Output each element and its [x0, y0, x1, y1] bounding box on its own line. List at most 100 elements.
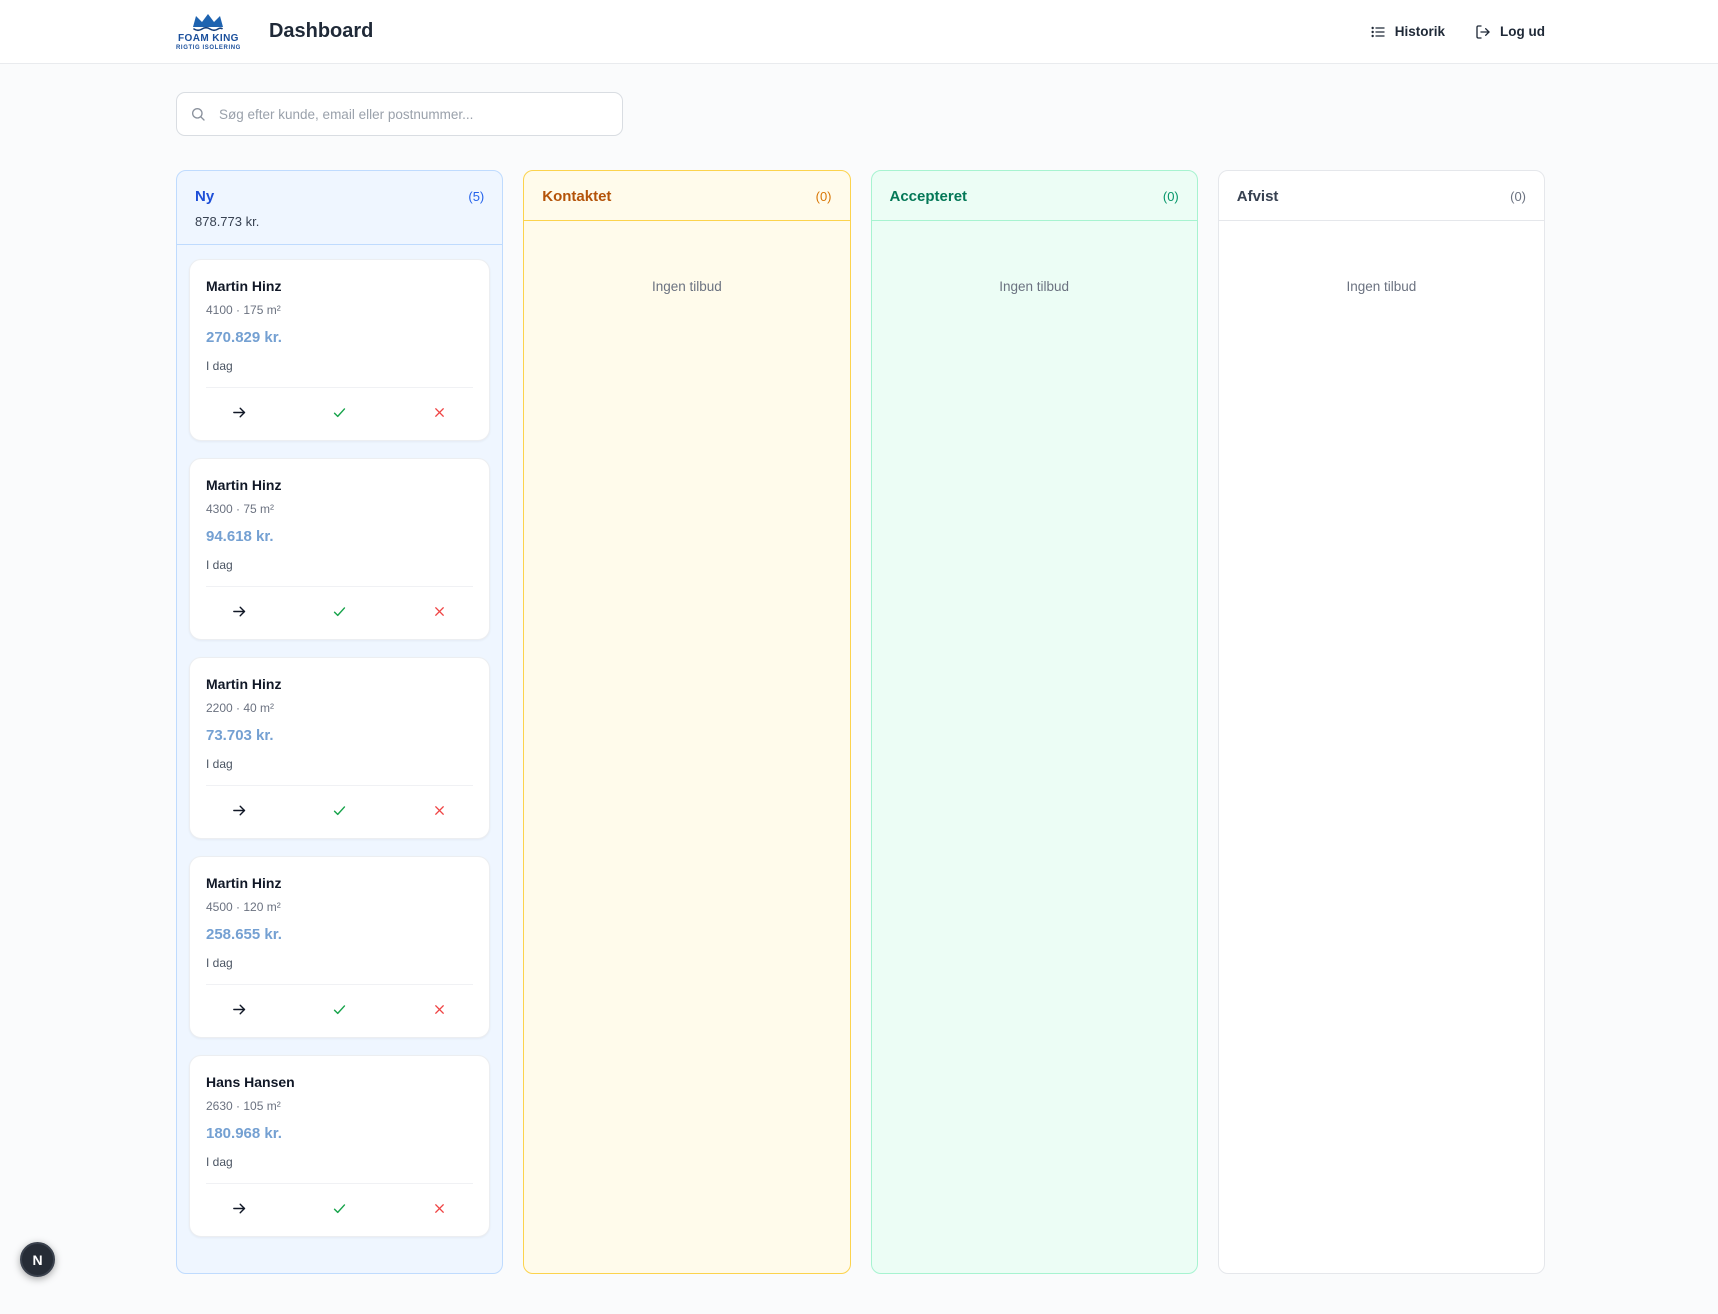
reject-offer-icon — [432, 1002, 447, 1020]
customer-name: Martin Hinz — [206, 278, 473, 294]
offer-date: I dag — [206, 359, 473, 373]
header-actions: Historik Log ud — [1370, 24, 1545, 40]
offer-card-body: Martin Hinz 4100 · 175 m² 270.829 kr. I dag — [190, 260, 489, 387]
open-offer-icon — [231, 802, 248, 822]
column-afvist: Afvist (0) Ingen tilbud — [1218, 170, 1545, 1274]
accept-offer-button[interactable] — [290, 985, 390, 1037]
offer-date: I dag — [206, 1155, 473, 1169]
accept-offer-icon — [331, 1001, 348, 1021]
main-content: Ny (5) 878.773 kr. Martin Hinz 4100 · 175 m²… — [0, 64, 1718, 1314]
column-title-row: Accepteret (0) — [890, 188, 1179, 205]
reject-offer-icon — [432, 1201, 447, 1219]
offer-price: 73.703 kr. — [206, 727, 473, 744]
reject-offer-icon — [432, 604, 447, 622]
reject-offer-button[interactable] — [390, 587, 490, 639]
accept-offer-button[interactable] — [290, 587, 390, 639]
offer-card-body: Martin Hinz4300 · 75 m²94.618 kr.I dag — [190, 459, 489, 586]
search-input[interactable] — [176, 92, 623, 136]
empty-state: Ingen tilbud — [1231, 235, 1532, 294]
customer-name: Hans Hansen — [206, 1074, 473, 1090]
column-body: Ingen tilbud — [524, 221, 849, 1273]
accept-offer-button[interactable] — [290, 388, 390, 440]
card-actions — [190, 985, 489, 1037]
open-offer-icon — [231, 1200, 248, 1220]
accept-offer-icon — [331, 802, 348, 822]
column-count: (0) — [816, 189, 832, 204]
offer-card-body: Hans Hansen 2630 · 105 m² 180.968 kr. I dag — [190, 1056, 489, 1183]
column-header-accepteret: Accepteret (0) — [872, 171, 1197, 221]
card-actions — [190, 587, 489, 639]
card-actions — [190, 1184, 489, 1236]
reject-offer-button[interactable] — [390, 388, 490, 440]
column-body: Ingen tilbud — [872, 221, 1197, 1273]
column-kontaktet: Kontaktet (0) Ingen tilbud — [523, 170, 850, 1274]
accept-offer-icon — [331, 603, 348, 623]
column-title: Accepteret — [890, 188, 968, 205]
open-offer-icon — [231, 404, 248, 424]
offer-meta: 4100 · 175 m² — [206, 303, 473, 317]
accept-offer-icon — [331, 404, 348, 424]
offer-card[interactable]: Martin Hinz4500 · 120 m²258.655 kr.I dag — [189, 856, 490, 1038]
column-title-row: Ny (5) — [195, 188, 484, 205]
column-title-row: Kontaktet (0) — [542, 188, 831, 205]
column-accepteret: Accepteret (0) Ingen tilbud — [871, 170, 1198, 1274]
crown-icon — [189, 12, 227, 32]
offer-date: I dag — [206, 956, 473, 970]
offer-meta: 2200 · 40 m² — [206, 701, 473, 715]
foam-king-logo: FOAM KING RIGTIG ISOLERING — [176, 12, 241, 51]
offer-meta: 4500 · 120 m² — [206, 900, 473, 914]
open-offer-button[interactable] — [190, 985, 290, 1037]
logout-button[interactable]: Log ud — [1475, 24, 1545, 40]
column-header-ny: Ny (5) 878.773 kr. — [177, 171, 502, 245]
logout-icon — [1475, 24, 1491, 40]
open-offer-button[interactable] — [190, 1184, 290, 1236]
accept-offer-button[interactable] — [290, 1184, 390, 1236]
open-offer-button[interactable] — [190, 587, 290, 639]
list-icon — [1370, 24, 1386, 40]
offer-card[interactable]: Martin Hinz2200 · 40 m²73.703 kr.I dag — [189, 657, 490, 839]
empty-state: Ingen tilbud — [884, 235, 1185, 294]
column-count: (0) — [1163, 189, 1179, 204]
open-offer-button[interactable] — [190, 786, 290, 838]
floating-badge[interactable]: N — [20, 1242, 55, 1277]
offer-price: 94.618 kr. — [206, 528, 473, 545]
column-count: (0) — [1510, 189, 1526, 204]
logo-text-secondary: RIGTIG ISOLERING — [176, 45, 241, 51]
offer-date: I dag — [206, 757, 473, 771]
historik-label: Historik — [1395, 24, 1445, 39]
offer-card-body: Martin Hinz2200 · 40 m²73.703 kr.I dag — [190, 658, 489, 785]
column-title: Ny — [195, 188, 214, 205]
open-offer-button[interactable] — [190, 388, 290, 440]
search-box — [176, 92, 623, 136]
historik-button[interactable]: Historik — [1370, 24, 1445, 40]
column-title: Kontaktet — [542, 188, 611, 205]
reject-offer-icon — [432, 803, 447, 821]
reject-offer-button[interactable] — [390, 985, 490, 1037]
offer-price: 180.968 kr. — [206, 1125, 473, 1142]
accept-offer-icon — [331, 1200, 348, 1220]
column-header-kontaktet: Kontaktet (0) — [524, 171, 849, 221]
app-header: FOAM KING RIGTIG ISOLERING Dashboard His… — [0, 0, 1718, 64]
column-total: 878.773 kr. — [195, 214, 484, 229]
column-ny: Ny (5) 878.773 kr. Martin Hinz 4100 · 175 m²… — [176, 170, 503, 1274]
accept-offer-button[interactable] — [290, 786, 390, 838]
reject-offer-button[interactable] — [390, 786, 490, 838]
offer-card[interactable]: Martin Hinz 4100 · 175 m² 270.829 kr. I dag — [189, 259, 490, 441]
offer-card[interactable]: Hans Hansen 2630 · 105 m² 180.968 kr. I dag — [189, 1055, 490, 1237]
kanban-board: Ny (5) 878.773 kr. Martin Hinz 4100 · 175 m²… — [176, 170, 1545, 1274]
column-title: Afvist — [1237, 188, 1279, 205]
empty-state: Ingen tilbud — [536, 235, 837, 294]
offer-card-body: Martin Hinz4500 · 120 m²258.655 kr.I dag — [190, 857, 489, 984]
offer-card[interactable]: Martin Hinz4300 · 75 m²94.618 kr.I dag — [189, 458, 490, 640]
customer-name: Martin Hinz — [206, 875, 473, 891]
reject-offer-icon — [432, 405, 447, 423]
reject-offer-button[interactable] — [390, 1184, 490, 1236]
open-offer-icon — [231, 1001, 248, 1021]
card-actions — [190, 388, 489, 440]
offer-price: 270.829 kr. — [206, 329, 473, 346]
column-body: Ingen tilbud — [1219, 221, 1544, 1273]
offer-meta: 4300 · 75 m² — [206, 502, 473, 516]
page-title: Dashboard — [269, 20, 373, 43]
column-count: (5) — [468, 189, 484, 204]
offer-meta: 2630 · 105 m² — [206, 1099, 473, 1113]
